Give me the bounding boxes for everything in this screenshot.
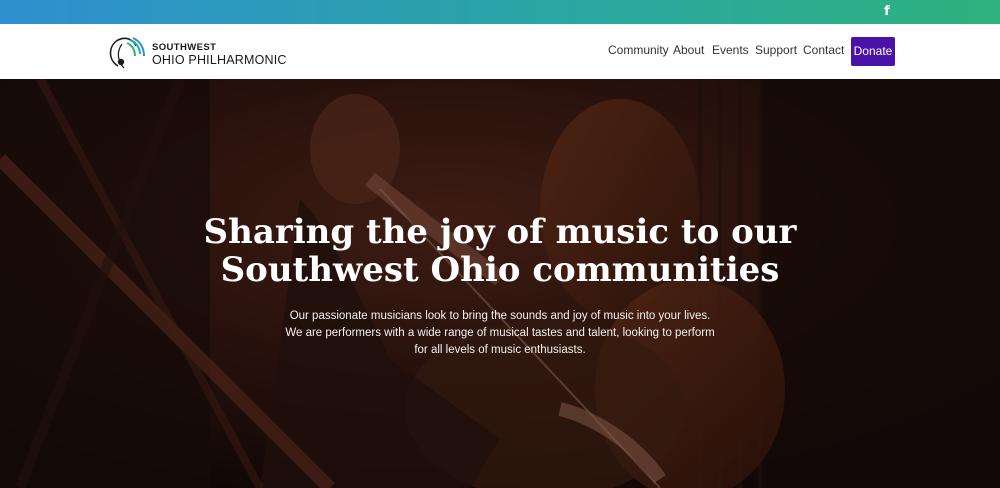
nav-events[interactable]: Events — [712, 43, 749, 57]
nav-about[interactable]: About — [673, 43, 704, 57]
nav-contact[interactable]: Contact — [803, 43, 844, 57]
hero-section: Sharing the joy of music to our Southwes… — [0, 79, 1000, 488]
site-header: SOUTHWEST OHIO PHILHARMONIC Community Ab… — [0, 24, 1000, 79]
hero-title-line1: Sharing the joy of music to our — [203, 212, 797, 252]
hero-title-line2: Southwest Ohio communities — [220, 250, 780, 290]
donate-button[interactable]: Donate — [851, 37, 895, 66]
nav-support[interactable]: Support — [755, 43, 797, 57]
top-bar: f — [0, 0, 1000, 24]
facebook-icon[interactable]: f — [881, 4, 893, 20]
hero-description: Our passionate musicians look to bring t… — [285, 310, 715, 356]
hero-title: Sharing the joy of music to our Southwes… — [150, 213, 850, 289]
main-nav: Community About Events Support Contact D… — [0, 24, 1000, 79]
nav-community[interactable]: Community — [608, 43, 669, 57]
